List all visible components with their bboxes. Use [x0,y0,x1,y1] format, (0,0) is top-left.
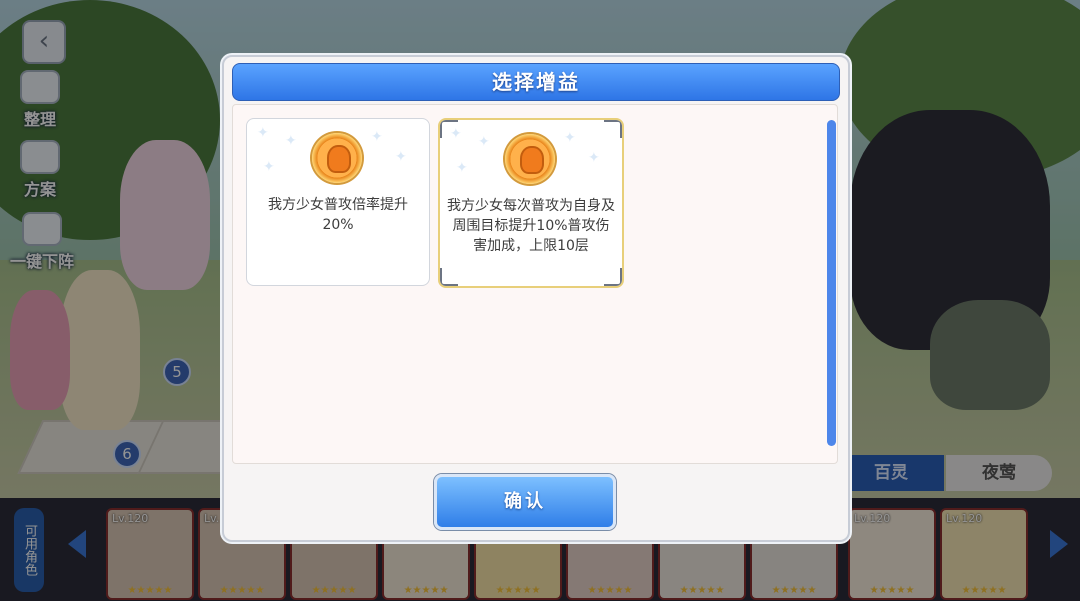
select-buff-dialog: 选择增益 ✦ ✦ ✦ ✦ ✦ 我方少女普攻倍率提升20% ✦ ✦ ✦ ✦ ✦ 我… [222,55,850,542]
buff-medal-icon [505,134,555,184]
selection-corner-icon [604,120,622,138]
buff-medal-icon [312,133,362,183]
sparkle-decoration: ✦ [564,130,576,146]
sparkle-decoration: ✦ [395,149,407,165]
sparkle-decoration: ✦ [263,159,275,175]
buff-description: 我方少女每次普攻为自身及周围目标提升10%普攻伤害加成，上限10层 [447,198,615,254]
buff-description: 我方少女普攻倍率提升20% [268,197,408,233]
buff-option[interactable]: ✦ ✦ ✦ ✦ ✦ 我方少女普攻倍率提升20% [246,118,430,286]
sparkle-decoration: ✦ [456,160,468,176]
scrollbar[interactable] [827,120,836,446]
buff-list: ✦ ✦ ✦ ✦ ✦ 我方少女普攻倍率提升20% ✦ ✦ ✦ ✦ ✦ 我方少女每次… [232,104,838,464]
dialog-header: 选择增益 [232,63,840,101]
buff-option-selected[interactable]: ✦ ✦ ✦ ✦ ✦ 我方少女每次普攻为自身及周围目标提升10%普攻伤害加成，上限… [438,118,624,288]
sparkle-decoration: ✦ [371,129,383,145]
selection-corner-icon [604,268,622,286]
sparkle-decoration: ✦ [285,133,297,149]
confirm-button[interactable]: 确认 [434,474,616,530]
selection-corner-icon [440,268,458,286]
selection-corner-icon [440,120,458,138]
sparkle-decoration: ✦ [478,134,490,150]
sparkle-decoration: ✦ [257,125,269,141]
dialog-title: 选择增益 [492,70,580,94]
sparkle-decoration: ✦ [588,150,600,166]
